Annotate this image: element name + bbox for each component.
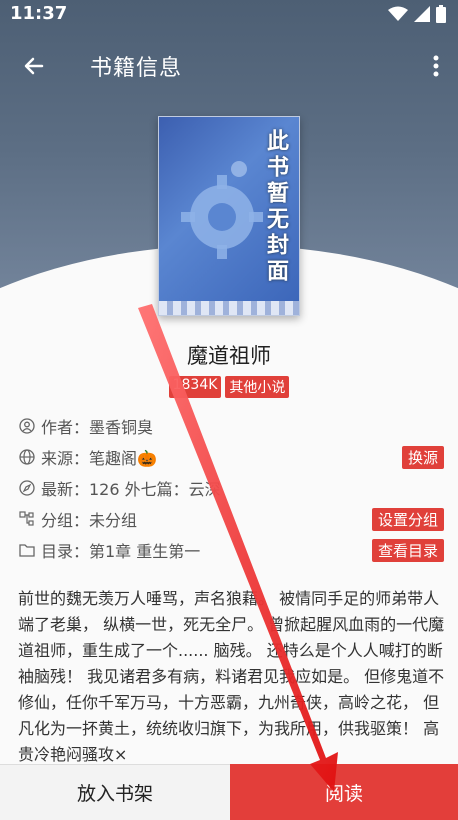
more-options-button[interactable] <box>426 50 446 82</box>
group-row: 分组：未分组 设置分组 <box>18 503 444 534</box>
bottom-action-bar: 放入书架 阅读 <box>0 764 458 820</box>
latest-chapter-text: 最新：126 外七篇：云深 <box>41 479 221 499</box>
folder-icon <box>18 541 36 559</box>
cover-gear-icon <box>181 161 263 259</box>
globe-icon <box>18 448 36 466</box>
author-text: 作者：墨香铜臭 <box>41 417 154 437</box>
book-title: 魔道祖师 <box>187 344 271 368</box>
add-to-shelf-button[interactable]: 放入书架 <box>0 764 230 820</box>
cover-border <box>159 301 299 315</box>
person-icon <box>18 417 36 435</box>
status-bar: 11:37 <box>0 0 458 28</box>
group-text: 分组：未分组 <box>41 510 138 530</box>
category-tag: 其他小说 <box>225 376 290 398</box>
signal-icon <box>414 6 430 22</box>
toc-text: 目录：第1章 重生第一 <box>41 541 201 561</box>
battery-icon <box>436 5 446 23</box>
author-row: 作者：墨香铜臭 <box>18 410 444 441</box>
book-intro: 前世的魏无羡万人唾骂，声名狼藉。 被情同手足的师弟带人端了老巢， 纵横一世，死无… <box>18 589 445 762</box>
view-toc-button[interactable]: 查看目录 <box>371 539 444 562</box>
cover-placeholder-text: 此书暂无封面 <box>263 129 288 285</box>
latest-row: 最新：126 外七篇：云深 <box>18 472 444 503</box>
source-row: 来源：笔趣阁🎃 换源 <box>18 441 444 472</box>
source-text: 来源：笔趣阁🎃 <box>41 448 157 468</box>
set-group-button[interactable]: 设置分组 <box>371 508 444 531</box>
page-title: 书籍信息 <box>90 56 183 81</box>
toc-row: 目录：第1章 重生第一 查看目录 <box>18 534 444 565</box>
back-button[interactable] <box>18 50 50 82</box>
group-icon <box>18 510 36 528</box>
book-info-list: 作者：墨香铜臭 来源：笔趣阁🎃 换源 最新：126 外七篇：云深 分组：未分组 … <box>18 410 444 565</box>
read-button[interactable]: 阅读 <box>230 764 458 820</box>
status-time: 11:37 <box>10 3 68 24</box>
book-tags: 1834K 其他小说 <box>0 376 458 398</box>
app-bar: 书籍信息 <box>0 40 458 92</box>
back-arrow-icon <box>24 57 44 75</box>
status-icons <box>388 5 446 23</box>
word-count-tag: 1834K <box>168 376 222 398</box>
book-cover[interactable]: 此书暂无封面 <box>158 116 300 316</box>
compass-icon <box>18 479 36 497</box>
more-vert-icon <box>433 55 439 77</box>
change-source-button[interactable]: 换源 <box>401 446 444 469</box>
wifi-icon <box>388 6 408 21</box>
